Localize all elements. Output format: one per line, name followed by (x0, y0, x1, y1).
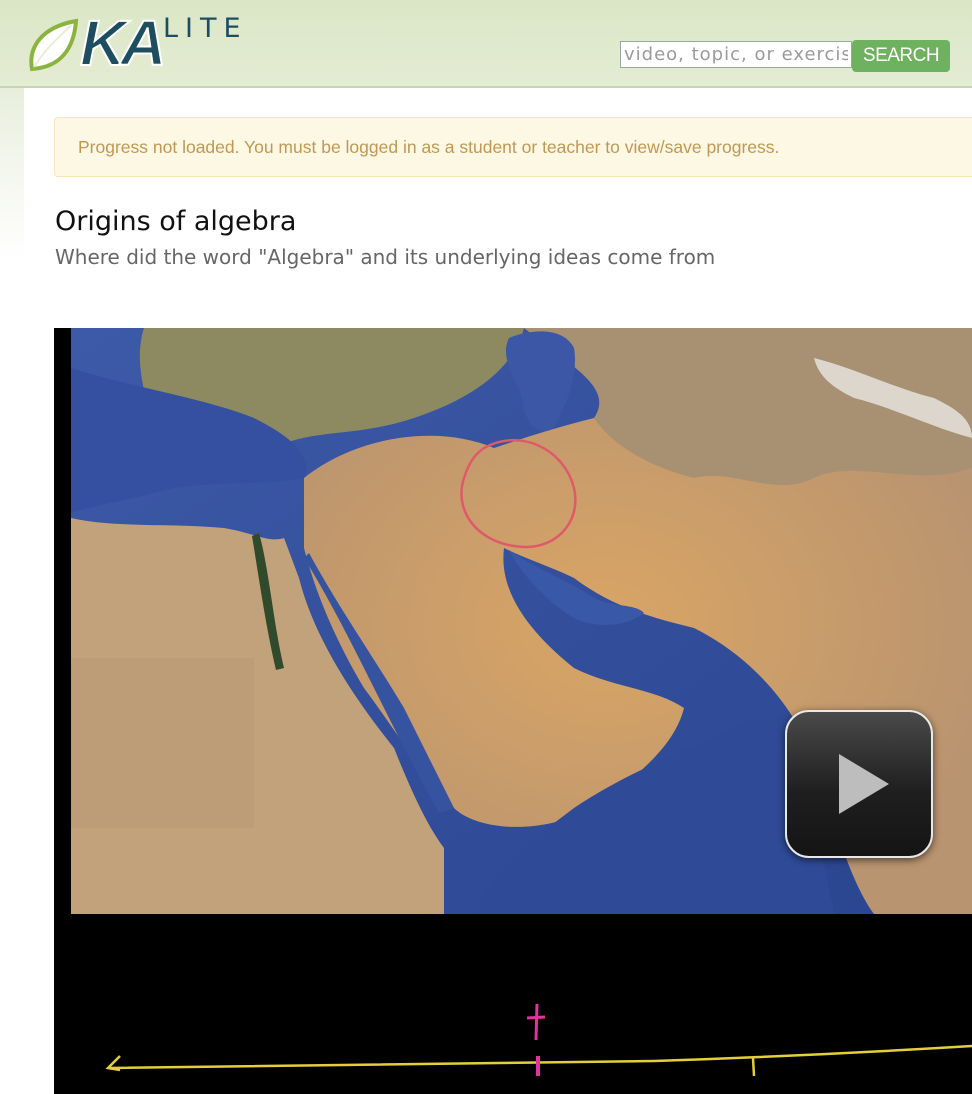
video-player[interactable] (54, 328, 972, 1094)
progress-alert: Progress not loaded. You must be logged … (54, 117, 972, 177)
header: KA LITE SEARCH (0, 0, 972, 88)
ka-lite-logo[interactable]: KA LITE (28, 10, 258, 76)
logo-suffix: LITE (163, 13, 248, 44)
search-input[interactable] (620, 41, 852, 68)
page-subtitle: Where did the word "Algebra" and its und… (55, 245, 716, 269)
leaf-icon (29, 18, 79, 72)
play-button[interactable] (785, 710, 933, 858)
page-title: Origins of algebra (55, 206, 297, 237)
search-button[interactable]: SEARCH (852, 40, 950, 72)
play-icon (839, 754, 889, 814)
